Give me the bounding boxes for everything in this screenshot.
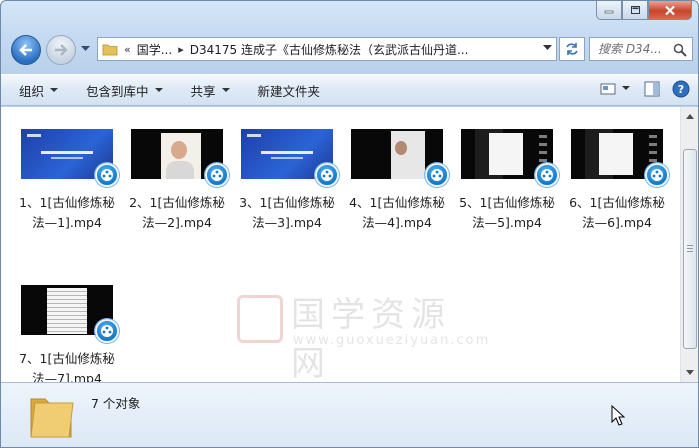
- file-name: 1、1[古仙修炼秘法—1].mp4: [19, 195, 115, 230]
- search-input[interactable]: [598, 42, 670, 56]
- explorer-window: « 国学... ▸ D34175 连成子《古仙修炼秘法（玄武派古仙丹道... 组…: [0, 0, 699, 448]
- file-name: 5、1[古仙修炼秘法—5].mp4: [459, 195, 555, 230]
- arrow-left-icon: [19, 44, 32, 56]
- maximize-button[interactable]: [622, 1, 648, 20]
- watermark: 国学资源网 www.guoxueziyuan.com: [237, 287, 491, 384]
- include-in-library-label: 包含到库中: [86, 83, 149, 99]
- media-player-icon: [95, 319, 119, 343]
- share-menu[interactable]: 共享: [191, 81, 230, 100]
- chevron-down-icon: [686, 370, 694, 375]
- recent-pages-dropdown-icon[interactable]: [81, 46, 90, 52]
- item-count: 7 个对象: [91, 396, 141, 411]
- help-button[interactable]: ?: [672, 80, 690, 98]
- navigation-bar: « 国学... ▸ D34175 连成子《古仙修炼秘法（玄武派古仙丹道...: [1, 33, 698, 69]
- watermark-text: 国学资源网: [291, 295, 451, 384]
- folder-icon: [102, 44, 118, 56]
- new-folder-button[interactable]: 新建文件夹: [258, 81, 321, 100]
- scroll-up-button[interactable]: [682, 108, 698, 125]
- chevron-down-icon: [221, 87, 230, 92]
- chevron-down-icon: [50, 87, 59, 92]
- media-player-icon: [315, 163, 339, 187]
- file-name: 2、1[古仙修炼秘法—2].mp4: [129, 195, 225, 230]
- breadcrumb-overflow[interactable]: «: [124, 43, 131, 56]
- folder-icon: [30, 398, 74, 438]
- minimize-icon: [604, 10, 614, 14]
- close-button[interactable]: [648, 1, 692, 20]
- include-in-library-menu[interactable]: 包含到库中: [86, 81, 163, 100]
- back-button[interactable]: [11, 35, 41, 65]
- details-pane: 7 个对象: [1, 382, 698, 447]
- chevron-down-icon: [154, 87, 163, 92]
- arrow-right-icon: [55, 44, 68, 56]
- file-list-view[interactable]: 1、1[古仙修炼秘法—1].mp4 2、1[古仙修炼秘法—2].mp4 3、1[…: [1, 107, 680, 386]
- search-box[interactable]: [589, 37, 693, 61]
- forward-button[interactable]: [46, 35, 76, 65]
- media-player-icon: [645, 163, 669, 187]
- watermark-url: www.guoxueziyuan.com: [293, 333, 491, 348]
- preview-pane-icon: [644, 81, 660, 97]
- refresh-button[interactable]: [559, 37, 585, 61]
- refresh-icon: [566, 43, 578, 55]
- organize-menu[interactable]: 组织: [19, 81, 59, 100]
- chevron-right-icon[interactable]: ▸: [178, 43, 184, 56]
- view-options-button[interactable]: [600, 82, 632, 96]
- minimize-button[interactable]: [596, 1, 622, 20]
- media-player-icon: [425, 163, 449, 187]
- media-player-icon: [205, 163, 229, 187]
- address-dropdown-icon[interactable]: [543, 45, 552, 51]
- toolbar-right-group: ?: [588, 80, 690, 98]
- mouse-cursor-icon: [611, 405, 625, 426]
- media-player-icon: [95, 163, 119, 187]
- media-player-icon: [535, 163, 559, 187]
- address-bar[interactable]: « 国学... ▸ D34175 连成子《古仙修炼秘法（玄武派古仙丹道...: [97, 37, 557, 61]
- chevron-up-icon: [686, 114, 694, 119]
- breadcrumb-item-parent[interactable]: 国学...: [137, 41, 172, 58]
- new-folder-label: 新建文件夹: [257, 83, 321, 99]
- search-icon[interactable]: [673, 43, 687, 57]
- maximize-icon: [630, 6, 640, 14]
- help-icon: ?: [672, 80, 690, 98]
- file-name: 3、1[古仙修炼秘法—3].mp4: [239, 195, 335, 230]
- breadcrumb-item-current[interactable]: D34175 连成子《古仙修炼秘法（玄武派古仙丹道...: [190, 41, 469, 58]
- file-name: 4、1[古仙修炼秘法—4].mp4: [349, 195, 445, 230]
- chevron-down-icon: [622, 86, 630, 90]
- scroll-down-button[interactable]: [682, 364, 698, 381]
- close-icon: [665, 5, 675, 15]
- scrollbar-thumb[interactable]: [683, 149, 697, 349]
- share-label: 共享: [190, 83, 216, 99]
- watermark-seal: [237, 295, 283, 343]
- preview-pane-button[interactable]: [644, 81, 660, 97]
- caption-buttons: [596, 1, 692, 22]
- vertical-scrollbar[interactable]: [680, 107, 698, 382]
- svg-text:?: ?: [678, 83, 684, 96]
- organize-label: 组织: [19, 83, 45, 99]
- file-name: 6、1[古仙修炼秘法—6].mp4: [569, 195, 665, 230]
- command-bar: 组织 包含到库中 共享 新建文件夹 ?: [1, 74, 698, 106]
- view-icon: [600, 83, 616, 95]
